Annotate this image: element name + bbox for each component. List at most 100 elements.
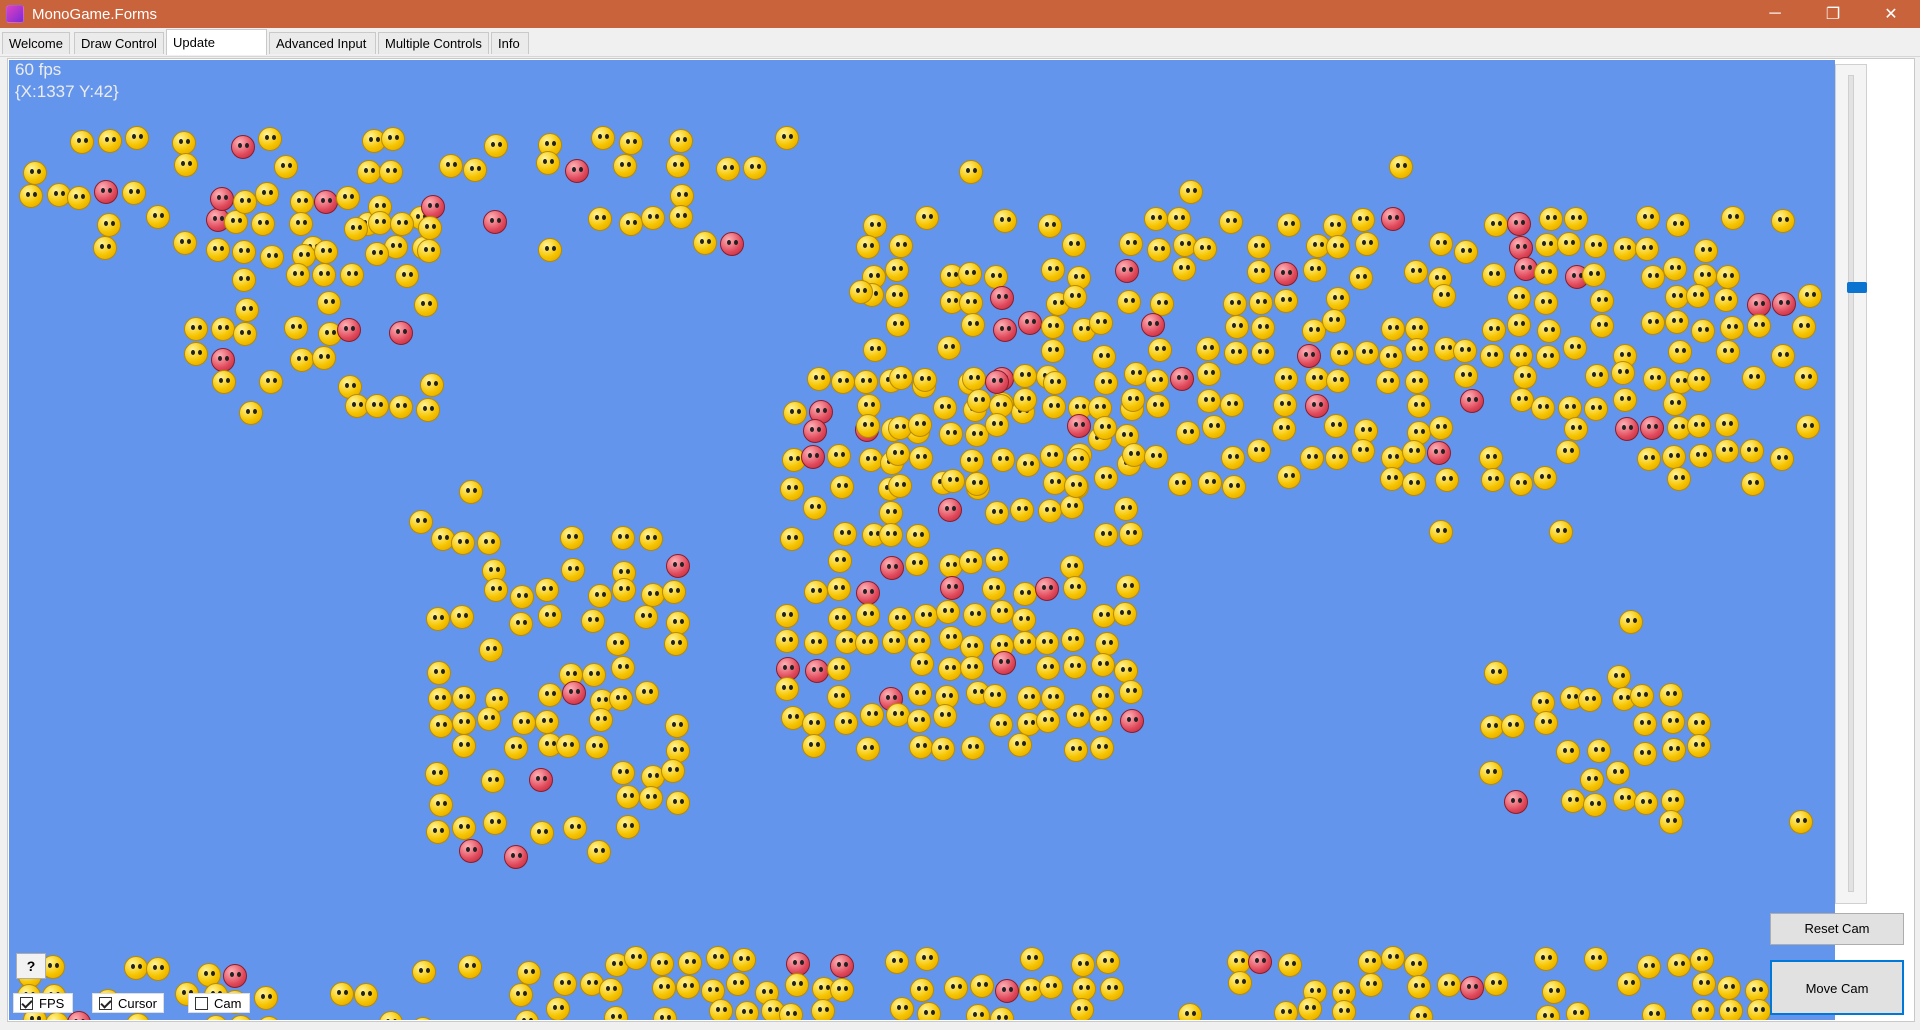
emoji-sprite (228, 1015, 253, 1020)
emoji-sprite (775, 603, 800, 628)
tab-welcome[interactable]: Welcome (2, 32, 70, 54)
checkbox-fps-box[interactable] (20, 996, 33, 1010)
emoji-sprite (774, 677, 799, 702)
emoji-sprite (389, 394, 414, 419)
emoji-sprite (1459, 975, 1484, 1000)
emoji-sprite (604, 1005, 629, 1020)
emoji-sprite (960, 655, 985, 680)
emoji-sprite (1482, 263, 1507, 288)
emoji-sprite (312, 263, 337, 288)
emoji-sprite (1664, 309, 1689, 334)
emoji-sprite (802, 733, 827, 758)
emoji-sprite (183, 341, 208, 366)
emoji-sprite (1717, 975, 1742, 1000)
checkbox-cursor-box[interactable] (99, 996, 112, 1010)
emoji-sprite (1686, 413, 1711, 438)
emoji-sprite (1691, 318, 1716, 343)
emoji-sprite (966, 1003, 991, 1020)
emoji-sprite (1094, 370, 1119, 395)
checkbox-cam-box[interactable] (195, 996, 208, 1010)
zoom-slider[interactable] (1835, 64, 1867, 904)
emoji-sprite (1632, 742, 1657, 767)
emoji-sprite (907, 709, 932, 734)
emoji-sprite (831, 370, 856, 395)
emoji-sprite (535, 709, 560, 734)
emoji-sprite (1483, 972, 1508, 997)
emoji-sprite (905, 523, 930, 548)
tab-draw-control[interactable]: Draw Control (74, 32, 164, 54)
help-button[interactable]: ? (16, 953, 46, 979)
emoji-sprite (906, 629, 931, 654)
emoji-sprite (452, 710, 477, 735)
emoji-sprite (285, 263, 310, 287)
emoji-sprite (503, 736, 528, 761)
emoji-sprite (1583, 792, 1608, 817)
emoji-sprite (426, 820, 451, 845)
emoji-sprite (1274, 1001, 1299, 1020)
emoji-sprite (878, 501, 903, 526)
emoji-sprite (418, 216, 443, 241)
tab-update-control[interactable]: Update Control (166, 29, 267, 75)
emoji-sprite (1406, 394, 1431, 419)
emoji-sprite (560, 526, 585, 551)
reset-cam-button[interactable]: Reset Cam (1770, 913, 1904, 945)
emoji-sprite (1667, 466, 1692, 491)
emoji-sprite (1325, 446, 1349, 471)
emoji-sprite (780, 527, 805, 552)
emoji-sprite (122, 180, 147, 205)
close-button[interactable]: ✕ (1862, 0, 1920, 28)
emoji-sprite (1405, 337, 1430, 362)
emoji-sprite (982, 577, 1007, 602)
minimize-button[interactable]: ─ (1746, 0, 1804, 28)
emoji-sprite (1354, 341, 1379, 366)
fps-checkbox[interactable]: FPS (13, 993, 73, 1013)
emoji-sprite (1113, 601, 1138, 626)
emoji-sprite (1166, 207, 1191, 232)
monogame-viewport[interactable] (9, 60, 1835, 1020)
emoji-sprite (606, 632, 631, 657)
emoji-sprite (638, 526, 663, 551)
emoji-sprite (503, 844, 528, 869)
cursor-checkbox[interactable]: Cursor (92, 993, 164, 1013)
move-cam-button[interactable]: Move Cam (1770, 960, 1904, 1015)
emoji-sprite (1251, 340, 1276, 365)
tab-advanced-input[interactable]: Advanced Input (269, 32, 376, 54)
emoji-sprite (1034, 631, 1059, 656)
emoji-sprite (1120, 709, 1145, 734)
cursor-position: {X:1337 Y:42} (15, 82, 119, 101)
emoji-sprite (1380, 467, 1405, 491)
emoji-world-map (9, 60, 1835, 1020)
emoji-sprite (1403, 259, 1428, 284)
emoji-sprite (260, 245, 285, 270)
zoom-slider-thumb[interactable] (1847, 281, 1867, 293)
emoji-sprite (1771, 344, 1796, 369)
tab-info[interactable]: Info (491, 32, 529, 54)
emoji-sprite (959, 550, 984, 575)
emoji-sprite (585, 734, 610, 759)
emoji-sprite (1330, 341, 1355, 366)
emoji-sprite (1578, 688, 1603, 713)
emoji-sprite (529, 768, 554, 793)
emoji-sprite (1619, 610, 1643, 634)
emoji-sprite (666, 153, 691, 178)
emoji-sprite (778, 1003, 803, 1020)
emoji-sprite (1501, 714, 1526, 739)
emoji-sprite (1533, 946, 1558, 971)
emoji-sprite (257, 1015, 282, 1020)
emoji-sprite (1358, 973, 1383, 998)
emoji-sprite (661, 579, 686, 604)
emoji-sprite (450, 530, 475, 555)
cam-checkbox[interactable]: Cam (188, 993, 250, 1013)
restore-button[interactable]: ❐ (1804, 0, 1862, 28)
emoji-sprite (1641, 311, 1666, 336)
emoji-sprite (907, 681, 932, 706)
emoji-sprite (1013, 387, 1037, 412)
emoji-sprite (888, 234, 913, 259)
emoji-sprite (619, 211, 644, 236)
emoji-sprite (937, 335, 962, 360)
tab-multiple-controls[interactable]: Multiple Controls (378, 32, 489, 54)
emoji-sprite (1534, 260, 1559, 285)
emoji-sprite (1427, 440, 1452, 465)
emoji-sprite (238, 401, 263, 426)
emoji-sprite (1167, 472, 1192, 497)
